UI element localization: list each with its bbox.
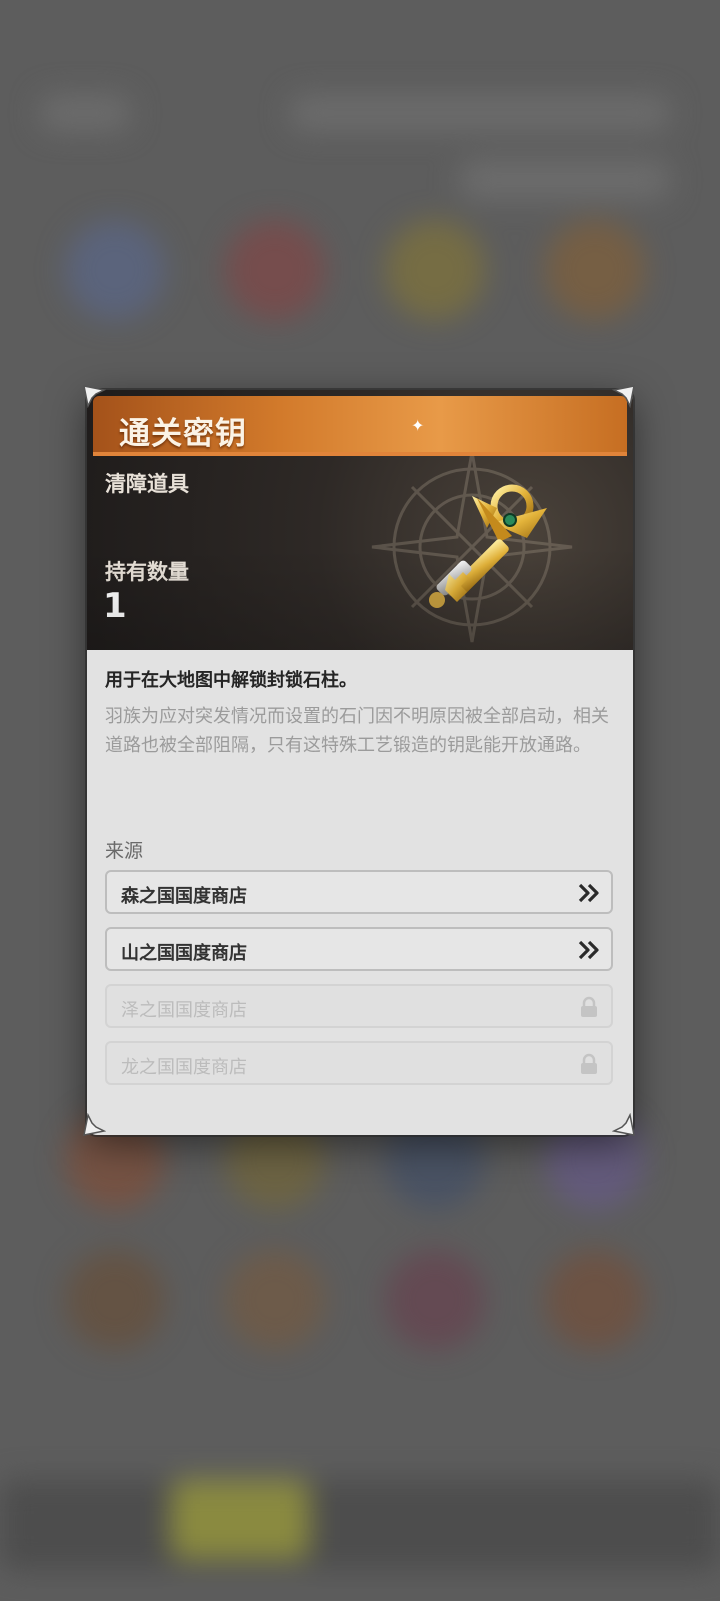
lock-icon [581,996,597,1017]
bg-shape [460,160,670,200]
source-section-label: 来源 [105,840,144,862]
bg-shape [385,220,485,320]
corner-ornament-icon [82,384,106,408]
source-item-forest-shop[interactable]: 森之国国度商店 [105,870,613,914]
bg-shape [225,1250,325,1350]
bg-shape [0,1480,720,1570]
source-item-label: 龙之国国度商店 [121,1057,247,1078]
bg-shape [545,220,645,320]
lock-icon [581,1053,597,1074]
bg-shape [170,1480,310,1560]
title-bar: 通关密钥 ✦ [93,396,627,456]
bg-shape [225,220,325,320]
quantity-label: 持有数量 [105,560,189,584]
sparkle-icon: ✦ [411,416,425,435]
bg-shape [65,1250,165,1350]
corner-ornament-icon [612,384,636,408]
source-item-label: 山之国国度商店 [121,943,247,964]
bg-shape [385,1250,485,1350]
item-category: 清障道具 [105,472,189,496]
corner-ornament-icon [612,1113,636,1137]
source-item-dragon-shop: 龙之国国度商店 [105,1041,613,1085]
double-chevron-right-icon [578,940,599,960]
item-description: 用于在大地图中解锁封锁石柱。 [105,670,357,691]
corner-ornament-icon [82,1113,106,1137]
source-item-marsh-shop: 泽之国国度商店 [105,984,613,1028]
double-chevron-right-icon [578,883,599,903]
bg-shape [545,1250,645,1350]
golden-key-icon [429,484,547,608]
compass-emblem-icon [371,451,573,643]
item-flavor-text: 羽族为应对突发情况而设置的石门因不明原因被全部启动，相关道路也被全部阻隔，只有这… [105,706,609,756]
bg-shape [65,220,165,320]
item-header: 通关密钥 ✦ 清障道具 持有数量 1 [87,390,633,650]
item-detail-dialog: 通关密钥 ✦ 清障道具 持有数量 1 用于在大地图中解锁封锁石柱。 羽族为应对突… [87,390,633,1135]
quantity-value: 1 [103,586,127,626]
bg-shape [40,95,130,131]
source-item-label: 泽之国国度商店 [121,1000,247,1021]
bg-shape [290,95,670,131]
source-item-mountain-shop[interactable]: 山之国国度商店 [105,927,613,971]
item-title: 通关密钥 [119,416,247,452]
source-item-label: 森之国国度商店 [121,886,247,907]
